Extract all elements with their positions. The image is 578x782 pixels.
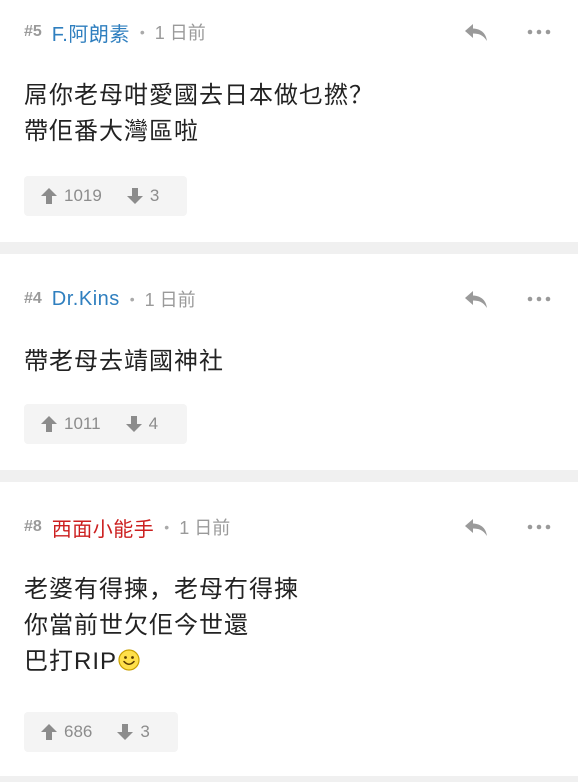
comment-header: #8 西面小能手 • 1 日前: [24, 513, 554, 541]
post-number: #8: [24, 518, 42, 535]
downvote-count: 4: [148, 414, 159, 433]
reply-arrow-icon[interactable]: [462, 21, 490, 43]
comment-line: 巴打RIP: [24, 644, 554, 680]
comment-line-text: 巴打RIP: [24, 648, 118, 675]
comment-separator: [0, 776, 578, 782]
comment-header: #4 Dr.Kins • 1 日前: [24, 285, 554, 313]
arrow-up-icon: [40, 723, 58, 741]
comment-actions: [462, 18, 554, 46]
comment-line: 你當前世欠佢今世還: [24, 612, 249, 639]
reply-arrow-icon[interactable]: [462, 516, 490, 538]
comment-body: 屌你老母咁愛國去日本做乜撚？ 帶佢番大灣區啦: [24, 78, 554, 150]
username[interactable]: Dr.Kins: [52, 288, 120, 311]
arrow-down-icon: [116, 723, 134, 741]
username[interactable]: F.阿朗素: [52, 18, 130, 47]
vote-box: 1011 4: [24, 404, 187, 444]
vote-box: 1019 3: [24, 176, 187, 216]
comment-actions: [462, 285, 554, 313]
arrow-down-icon: [125, 415, 143, 433]
downvote-button[interactable]: 4: [125, 414, 158, 434]
comment-item: #5 F.阿朗素 • 1 日前 屌你老母咁愛國去日本做乜撚？ 帶佢番大灣區啦 1…: [0, 0, 578, 242]
post-number: #4: [24, 290, 42, 307]
upvote-count: 1019: [64, 186, 102, 205]
separator-dot: •: [164, 519, 170, 535]
comment-body: 帶老母去靖國神社: [24, 344, 554, 380]
arrow-up-icon: [40, 187, 58, 205]
comment-header: #5 F.阿朗素 • 1 日前: [24, 18, 554, 46]
downvote-button[interactable]: 3: [116, 722, 150, 742]
arrow-down-icon: [126, 187, 144, 205]
upvote-count: 1011: [64, 414, 101, 433]
comment-separator: [0, 242, 578, 254]
comment-separator: [0, 470, 578, 482]
vote-box: 686 3: [24, 712, 178, 752]
comment-body: 老婆有得揀，老母冇得揀 你當前世欠佢今世還 巴打RIP: [24, 572, 554, 680]
reply-arrow-icon[interactable]: [462, 288, 490, 310]
more-dots-icon[interactable]: [524, 288, 554, 310]
comment-line: 帶老母去靖國神社: [24, 348, 224, 375]
post-time: 1 日前: [179, 518, 231, 538]
upvote-button[interactable]: 1019: [40, 186, 102, 206]
comment-item: #8 西面小能手 • 1 日前 老婆有得揀，老母冇得揀 你當前世欠佢今世還 巴打…: [0, 482, 578, 776]
comment-line: 老婆有得揀，老母冇得揀: [24, 576, 299, 603]
username[interactable]: 西面小能手: [52, 513, 155, 542]
smiley-icon: [118, 646, 140, 671]
separator-dot: •: [139, 24, 145, 40]
comment-line: 屌你老母咁愛國去日本做乜撚？: [24, 82, 374, 109]
downvote-button[interactable]: 3: [126, 186, 159, 206]
downvote-count: 3: [140, 722, 150, 741]
arrow-up-icon: [40, 415, 58, 433]
comment-line: 帶佢番大灣區啦: [24, 118, 199, 145]
upvote-count: 686: [64, 722, 93, 741]
more-dots-icon[interactable]: [524, 21, 554, 43]
comment-item: #4 Dr.Kins • 1 日前 帶老母去靖國神社 1011 4: [0, 254, 578, 470]
post-number: #5: [24, 23, 42, 40]
post-time: 1 日前: [154, 23, 206, 43]
more-dots-icon[interactable]: [524, 516, 554, 538]
upvote-button[interactable]: 1011: [40, 414, 101, 434]
comment-actions: [462, 513, 554, 541]
post-time: 1 日前: [144, 290, 196, 310]
downvote-count: 3: [149, 186, 160, 205]
separator-dot: •: [129, 291, 135, 307]
upvote-button[interactable]: 686: [40, 722, 92, 742]
